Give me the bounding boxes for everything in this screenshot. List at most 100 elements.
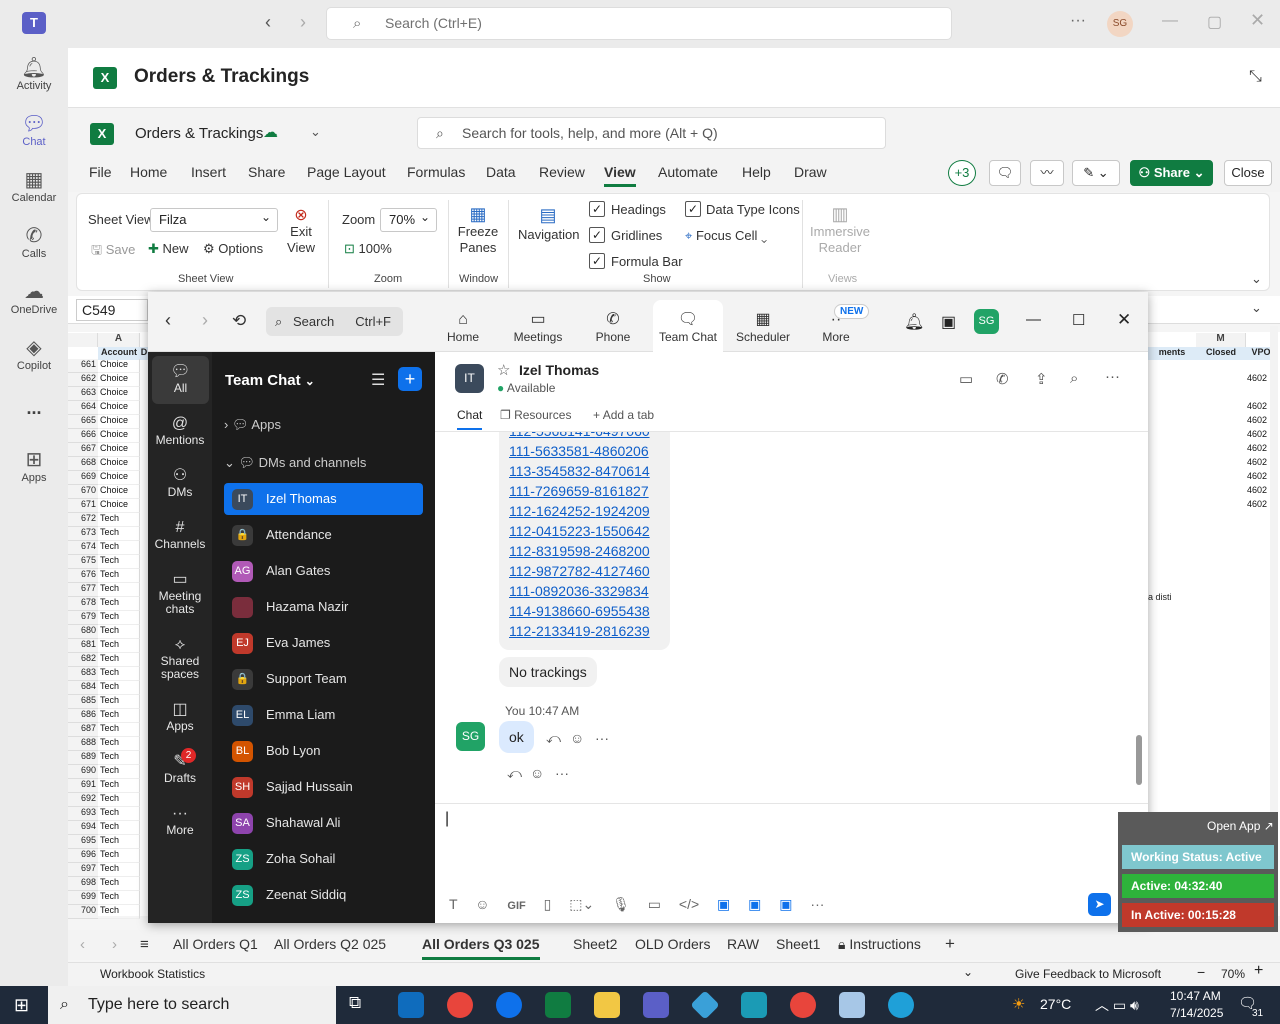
sidebar-more[interactable]: ··· More <box>148 804 212 837</box>
row-header[interactable]: 694 <box>68 821 98 835</box>
cell-account[interactable]: Choice <box>98 499 140 513</box>
reply-icon[interactable]: ⤺ <box>546 730 561 747</box>
sheet-tab-locked[interactable]: 🔒︎ Instructions <box>838 936 921 953</box>
contact-item[interactable]: Hazama Nazir <box>224 591 423 623</box>
sidebar-dms[interactable]: ⚇ DMs <box>148 466 212 499</box>
cell-account[interactable]: Choice <box>98 457 140 471</box>
chat-list-title[interactable]: Team Chat ⌄ <box>225 372 315 389</box>
tracking-link[interactable]: 111-5633581-4860206 <box>509 443 649 459</box>
row-header[interactable]: 690 <box>68 765 98 779</box>
rail-calendar[interactable]: ▦ Calendar <box>0 168 68 204</box>
tracking-link[interactable]: 112-8319598-2468200 <box>509 543 650 559</box>
cell-account[interactable]: Tech <box>98 695 140 709</box>
zoom-app-icon[interactable] <box>496 992 522 1018</box>
row-header[interactable]: 691 <box>68 779 98 793</box>
chat-header-name[interactable]: Izel Thomas <box>519 362 599 378</box>
zoom-tab-scheduler[interactable]: ▦ Scheduler <box>728 310 798 344</box>
zoom-out-icon[interactable]: − <box>1197 964 1205 980</box>
cell-account[interactable]: Choice <box>98 359 140 373</box>
column-header-a[interactable]: A <box>98 333 140 347</box>
code-icon[interactable]: </> <box>679 896 699 912</box>
cell-account[interactable]: Choice <box>98 415 140 429</box>
rail-calls[interactable]: ✆ Calls <box>0 224 68 260</box>
share-screen-icon[interactable]: ⇪ <box>1035 370 1048 388</box>
row-header[interactable]: 670 <box>68 485 98 499</box>
row-header[interactable]: 689 <box>68 751 98 765</box>
sheet-tab[interactable]: Sheet2 <box>573 936 617 952</box>
zoom-search-input[interactable]: ⌕ Search Ctrl+F <box>266 307 403 336</box>
no-trackings-bubble[interactable]: No trackings <box>499 657 597 687</box>
more-icon[interactable]: ··· <box>1105 368 1120 385</box>
tab-insert[interactable]: Insert <box>191 164 226 180</box>
tab-data[interactable]: Data <box>486 164 516 180</box>
row-header[interactable]: 695 <box>68 835 98 849</box>
back-icon[interactable]: ‹ <box>265 12 271 33</box>
tab-help[interactable]: Help <box>742 164 771 180</box>
sidebar-apps[interactable]: ◫ Apps <box>148 700 212 733</box>
send-button[interactable]: ➤ <box>1088 893 1111 916</box>
task-view-icon[interactable]: ⧉ <box>349 993 361 1013</box>
row-header[interactable]: 680 <box>68 625 98 639</box>
search-chat-icon[interactable]: ⌕ <box>1070 370 1078 387</box>
forward-icon[interactable]: › <box>300 12 306 33</box>
row-header[interactable]: 667 <box>68 443 98 457</box>
cell-account[interactable]: Tech <box>98 737 140 751</box>
workbook-statistics[interactable]: Workbook Statistics <box>100 967 205 981</box>
clock-date[interactable]: 7/14/2025 <box>1170 1006 1223 1020</box>
edit-mode-button[interactable]: ✎ ⌄ <box>1072 160 1120 186</box>
contact-item[interactable]: EJ Eva James <box>224 627 423 659</box>
row-header[interactable]: 664 <box>68 401 98 415</box>
tracking-link[interactable]: 111-7269659-8161827 <box>509 483 649 499</box>
edge-icon[interactable] <box>888 992 914 1018</box>
cell-account[interactable]: Tech <box>98 863 140 877</box>
navigation-button[interactable]: ▤ Navigation <box>518 206 579 244</box>
all-sheets-icon[interactable]: ≡ <box>140 936 149 953</box>
contact-item[interactable]: SH Sajjad Hussain <box>224 771 423 803</box>
row-header[interactable]: 696 <box>68 849 98 863</box>
excel-search-input[interactable]: ⌕ Search for tools, help, and more (Alt +… <box>417 117 886 149</box>
zoom-100-button[interactable]: ⊡ 100% <box>344 241 392 257</box>
minimize-icon[interactable]: — <box>1162 12 1178 30</box>
cell-account[interactable]: Tech <box>98 821 140 835</box>
emoji-reaction-icon[interactable]: ☺ <box>570 730 584 746</box>
cell-account[interactable]: Tech <box>98 625 140 639</box>
open-app-link[interactable]: Open App ↗ <box>1207 819 1274 833</box>
cell-account[interactable]: Tech <box>98 639 140 653</box>
cell-account[interactable]: Tech <box>98 807 140 821</box>
collaborators-button[interactable]: +3 <box>948 160 976 186</box>
tray-icons[interactable]: ︿ ▭ 🔊︎ <box>1095 995 1139 1015</box>
cell-account[interactable]: Choice <box>98 401 140 415</box>
add-sheet-icon[interactable]: + <box>945 934 955 954</box>
cell-account[interactable]: Choice <box>98 373 140 387</box>
notifications-icon[interactable]: 🔔︎ <box>904 312 924 332</box>
cell-account[interactable]: Tech <box>98 527 140 541</box>
history-icon[interactable]: ⟲ <box>232 311 246 331</box>
gif-icon[interactable]: GIF <box>507 900 525 912</box>
cell-account[interactable]: Tech <box>98 891 140 905</box>
file-icon[interactable]: ▯ <box>544 896 552 912</box>
tracking-link[interactable]: 111-0892036-3329834 <box>509 583 649 599</box>
cell-account[interactable]: Tech <box>98 513 140 527</box>
cell-account[interactable]: Choice <box>98 485 140 499</box>
apps-section[interactable]: › 💬︎ Apps <box>224 417 281 433</box>
weather-icon[interactable]: ☀ <box>1012 995 1025 1013</box>
name-box[interactable]: C549 <box>76 299 148 321</box>
row-header[interactable]: 666 <box>68 429 98 443</box>
cell-account[interactable]: Tech <box>98 877 140 891</box>
row-header[interactable]: 676 <box>68 569 98 583</box>
maximize-icon[interactable]: ☐ <box>1072 311 1085 329</box>
prev-sheet-icon[interactable]: ‹ <box>80 936 85 953</box>
contact-item[interactable]: EL Emma Liam <box>224 699 423 731</box>
row-header[interactable]: 684 <box>68 681 98 695</box>
feedback-link[interactable]: Give Feedback to Microsoft <box>1015 967 1161 981</box>
sidebar-mentions[interactable]: @ Mentions <box>148 414 212 447</box>
tracking-link[interactable]: 114-9138660-6955438 <box>509 603 650 619</box>
contact-item[interactable]: 🔒 Support Team <box>224 663 423 695</box>
new-view-button[interactable]: ✚ New <box>148 241 189 257</box>
zoom-in-icon[interactable]: + <box>1254 962 1263 980</box>
tab-chat[interactable]: Chat <box>457 408 483 430</box>
header-cell-d[interactable]: D <box>140 347 148 360</box>
tracking-link[interactable]: 112-9872782-4127460 <box>509 563 650 579</box>
row-header[interactable]: 698 <box>68 877 98 891</box>
cell-account[interactable]: Tech <box>98 765 140 779</box>
